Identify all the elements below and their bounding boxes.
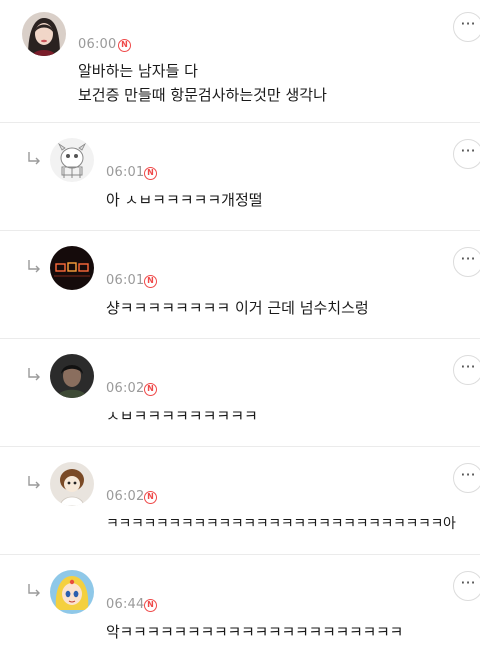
new-badge-icon: N (144, 491, 157, 504)
comment-time: 06:02 (106, 489, 145, 504)
comment-time: 06:44 (106, 597, 145, 612)
more-options-button[interactable]: ··· (453, 463, 480, 493)
more-options-button[interactable]: ··· (453, 139, 480, 169)
avatar[interactable] (50, 354, 94, 398)
reply-arrow-icon (28, 368, 40, 381)
comment-item: 06:02 N ㅋㅋㅋㅋㅋㅋㅋㅋㅋㅋㅋㅋㅋㅋㅋㅋㅋㅋㅋㅋㅋㅋㅋㅋㅋㅋㅋ아 ··· (0, 447, 480, 554)
comment-item: 06:01 N 아 ㅅㅂㅋㅋㅋㅋㅋ개정떨 ··· (0, 123, 480, 230)
comment-item: 06:44 N 악ㅋㅋㅋㅋㅋㅋㅋㅋㅋㅋㅋㅋㅋㅋㅋㅋㅋㅋㅋㅋㅋ ··· (0, 555, 480, 656)
more-options-button[interactable]: ··· (453, 571, 480, 601)
comment-time: 06:00 (78, 37, 117, 52)
comment-time: 06:01 (106, 165, 145, 180)
new-badge-icon: N (144, 167, 157, 180)
reply-arrow-icon (28, 584, 40, 597)
avatar[interactable] (50, 138, 94, 182)
comment-text-line: 샹ㅋㅋㅋㅋㅋㅋㅋㅋ 이거 근데 넘수치스렁 (106, 299, 369, 317)
more-options-button[interactable]: ··· (453, 355, 480, 385)
comment-item: 06:00 N 알바하는 남자들 다 보건증 만들때 항문검사하는것만 생각나 … (0, 0, 480, 122)
comment-item: 06:02 N ㅅㅂㅋㅋㅋㅋㅋㅋㅋㅋㅋ ··· (0, 339, 480, 446)
avatar[interactable] (50, 246, 94, 290)
comment-time: 06:01 (106, 273, 145, 288)
more-options-button[interactable]: ··· (453, 247, 480, 277)
new-badge-icon: N (118, 39, 131, 52)
comment-text-line: 아 ㅅㅂㅋㅋㅋㅋㅋ개정떨 (106, 191, 263, 209)
reply-arrow-icon (28, 260, 40, 273)
comment-text-line: ㅋㅋㅋㅋㅋㅋㅋㅋㅋㅋㅋㅋㅋㅋㅋㅋㅋㅋㅋㅋㅋㅋㅋㅋㅋㅋㅋ아 (106, 516, 456, 532)
avatar[interactable] (50, 462, 94, 506)
comment-time: 06:02 (106, 381, 145, 396)
reply-arrow-icon (28, 152, 40, 165)
comment-text-line: ㅅㅂㅋㅋㅋㅋㅋㅋㅋㅋㅋ (106, 407, 258, 425)
more-options-button[interactable]: ··· (453, 12, 480, 42)
comment-text-line: 알바하는 남자들 다 (78, 62, 198, 80)
new-badge-icon: N (144, 275, 157, 288)
comment-text-line: 보건증 만들때 항문검사하는것만 생각나 (78, 86, 327, 104)
avatar[interactable] (50, 570, 94, 614)
reply-arrow-icon (28, 476, 40, 489)
new-badge-icon: N (144, 599, 157, 612)
comment-item: 06:01 N 샹ㅋㅋㅋㅋㅋㅋㅋㅋ 이거 근데 넘수치스렁 ··· (0, 231, 480, 338)
avatar[interactable] (22, 12, 66, 56)
comment-feed: 06:00 N 알바하는 남자들 다 보건증 만들때 항문검사하는것만 생각나 … (0, 0, 480, 656)
new-badge-icon: N (144, 383, 157, 396)
comment-text-line: 악ㅋㅋㅋㅋㅋㅋㅋㅋㅋㅋㅋㅋㅋㅋㅋㅋㅋㅋㅋㅋㅋ (106, 623, 404, 641)
